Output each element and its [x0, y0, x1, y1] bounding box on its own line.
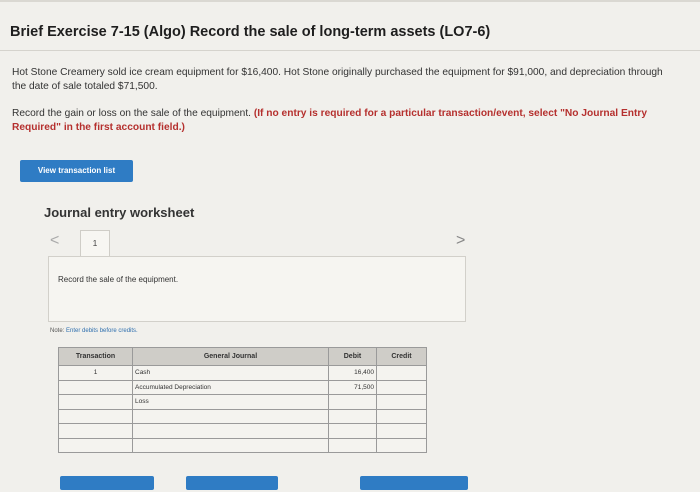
view-general-journal-button[interactable]	[360, 476, 468, 490]
account-field[interactable]: Cash	[132, 365, 329, 381]
record-entry-button[interactable]	[60, 476, 154, 490]
title-divider	[0, 50, 700, 51]
transaction-cell	[58, 437, 133, 453]
note: Note: Enter debits before credits.	[50, 328, 138, 334]
worksheet-title: Journal entry worksheet	[44, 205, 195, 220]
page-title: Brief Exercise 7-15 (Algo) Record the sa…	[10, 24, 491, 40]
table-row: 1 Cash 16,400	[58, 365, 427, 381]
table-row: Loss	[58, 394, 427, 410]
table-row: Accumulated Depreciation 71,500	[58, 379, 427, 395]
header-transaction: Transaction	[58, 347, 133, 366]
record-box	[48, 256, 466, 322]
header-debit: Debit	[328, 347, 377, 366]
debit-field[interactable]	[328, 394, 377, 410]
debit-field[interactable]	[328, 437, 377, 453]
table-row	[58, 437, 427, 453]
debit-field[interactable]: 16,400	[328, 365, 377, 381]
header-credit: Credit	[376, 347, 427, 366]
transaction-cell: 1	[58, 365, 133, 381]
transaction-cell	[58, 408, 133, 424]
record-instruction: Record the sale of the equipment.	[58, 275, 179, 284]
credit-field[interactable]	[376, 379, 427, 395]
journal-table: Transaction General Journal Debit Credit…	[58, 347, 427, 453]
account-field[interactable]	[132, 437, 329, 453]
credit-field[interactable]	[376, 365, 427, 381]
problem-description: Hot Stone Creamery sold ice cream equipm…	[12, 67, 663, 92]
tab-transaction-1[interactable]: 1	[80, 230, 110, 256]
debit-field[interactable]	[328, 408, 377, 424]
view-transaction-list-button[interactable]: View transaction list	[20, 160, 133, 182]
note-label: Note:	[50, 328, 65, 334]
prev-arrow-icon[interactable]: <	[50, 232, 59, 250]
clear-entry-button[interactable]	[186, 476, 278, 490]
debit-field[interactable]: 71,500	[328, 379, 377, 395]
account-field[interactable]	[132, 423, 329, 439]
credit-field[interactable]	[376, 437, 427, 453]
instruction-plain: Record the gain or loss on the sale of t…	[12, 108, 254, 119]
account-field[interactable]: Accumulated Depreciation	[132, 379, 329, 395]
transaction-cell	[58, 394, 133, 410]
table-row	[58, 408, 427, 424]
credit-field[interactable]	[376, 394, 427, 410]
table-row	[58, 423, 427, 439]
credit-field[interactable]	[376, 423, 427, 439]
account-field[interactable]	[132, 408, 329, 424]
transaction-cell	[58, 423, 133, 439]
top-border	[0, 0, 700, 2]
account-field[interactable]: Loss	[132, 394, 329, 410]
note-text: Enter debits before credits.	[66, 328, 138, 334]
debit-field[interactable]	[328, 423, 377, 439]
credit-field[interactable]	[376, 408, 427, 424]
next-arrow-icon[interactable]: >	[456, 232, 465, 250]
instruction-text: Record the gain or loss on the sale of t…	[12, 107, 692, 135]
header-general-journal: General Journal	[132, 347, 329, 366]
transaction-cell	[58, 379, 133, 395]
